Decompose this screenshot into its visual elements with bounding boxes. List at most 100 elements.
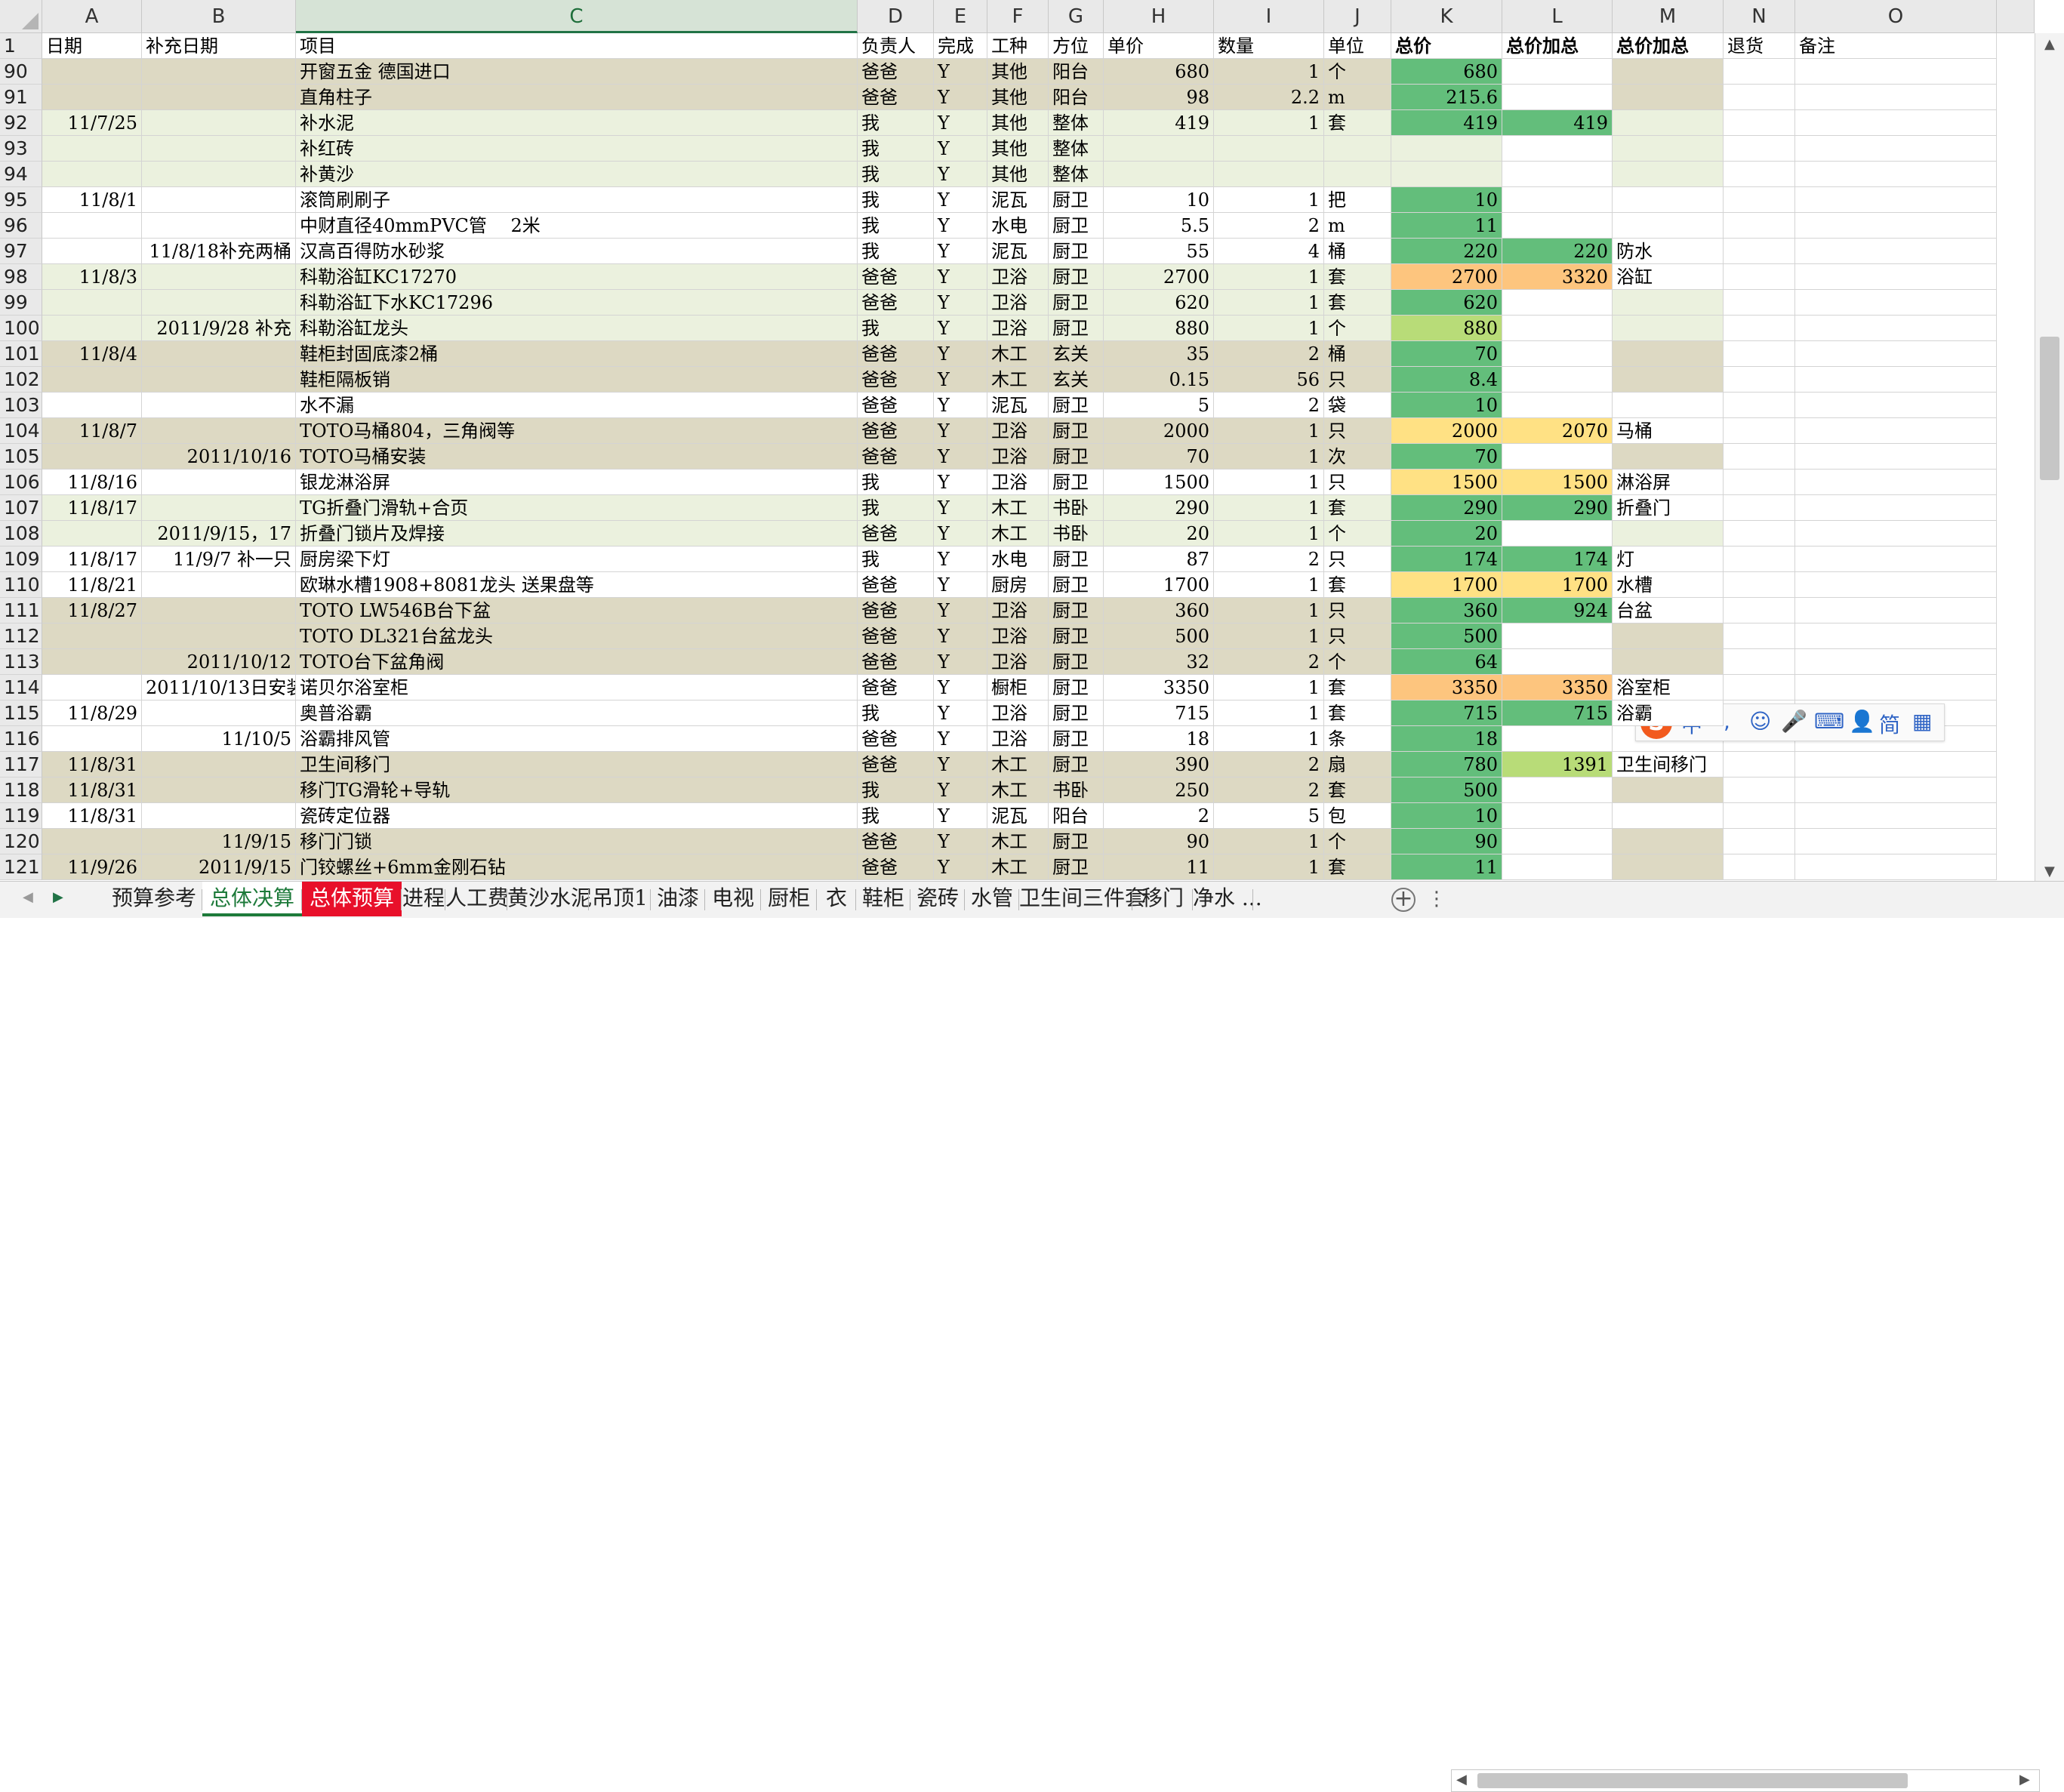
row-header[interactable]: 95 [0,187,42,213]
cell-l[interactable]: 3320 [1502,264,1613,290]
cell-l[interactable]: 总价加总 [1502,33,1613,59]
row-header[interactable]: 113 [0,649,42,675]
cell-k[interactable] [1391,162,1502,187]
sheet-tab[interactable]: 移门 [1132,882,1193,916]
cell-b[interactable] [142,752,296,777]
cell-c[interactable]: 卫生间移门 [296,752,858,777]
cell-i[interactable]: 1 [1214,418,1324,444]
cell-e[interactable]: Y [934,700,987,726]
cell-j[interactable]: 套 [1324,675,1391,700]
cell-b[interactable]: 2011/9/15 [142,854,296,880]
row-header[interactable]: 104 [0,418,42,444]
sheet-tab[interactable]: 进程 [402,882,445,916]
cell-o[interactable] [1795,393,1997,418]
cell-e[interactable]: 完成 [934,33,987,59]
cell-a[interactable] [42,136,142,162]
cell-j[interactable]: 只 [1324,367,1391,393]
cell-e[interactable]: Y [934,316,987,341]
vertical-scroll-thumb[interactable] [2040,337,2059,480]
cell-f[interactable]: 卫浴 [987,444,1049,470]
cell-f[interactable]: 卫浴 [987,624,1049,649]
cell-l[interactable] [1502,521,1613,547]
cell-o[interactable] [1795,521,1997,547]
cell-e[interactable]: Y [934,367,987,393]
row-header[interactable]: 121 [0,854,42,880]
cell-o[interactable] [1795,85,1997,110]
cell-n[interactable] [1724,316,1795,341]
cell-k[interactable]: 2700 [1391,264,1502,290]
cell-d[interactable]: 我 [858,213,934,239]
cell-a[interactable] [42,316,142,341]
cell-k[interactable]: 11 [1391,854,1502,880]
cell-d[interactable]: 爸爸 [858,854,934,880]
cell-g[interactable]: 厨卫 [1049,726,1104,752]
column-header-g[interactable]: G [1049,0,1104,33]
cell-i[interactable]: 2 [1214,213,1324,239]
cell-a[interactable] [42,239,142,264]
row-header[interactable]: 91 [0,85,42,110]
cell-a[interactable]: 11/8/31 [42,803,142,829]
sheet-tab[interactable]: 鞋柜 [856,882,910,916]
cell-h[interactable]: 55 [1104,239,1214,264]
cell-d[interactable]: 我 [858,239,934,264]
cell-j[interactable]: 套 [1324,290,1391,316]
cell-l[interactable] [1502,187,1613,213]
cell-l[interactable]: 3350 [1502,675,1613,700]
cell-j[interactable]: 个 [1324,521,1391,547]
cell-f[interactable]: 卫浴 [987,598,1049,624]
row-header[interactable]: 109 [0,547,42,572]
cell-e[interactable]: Y [934,624,987,649]
cell-f[interactable]: 厨房 [987,572,1049,598]
cell-j[interactable]: 套 [1324,700,1391,726]
cell-o[interactable] [1795,418,1997,444]
cell-d[interactable]: 我 [858,187,934,213]
sheet-tab[interactable]: 电视 [705,882,761,916]
cell-m[interactable] [1613,341,1724,367]
cell-f[interactable]: 泥瓦 [987,393,1049,418]
cell-d[interactable]: 爸爸 [858,367,934,393]
cell-l[interactable] [1502,213,1613,239]
cell-n[interactable] [1724,393,1795,418]
cell-j[interactable]: 个 [1324,59,1391,85]
cell-h[interactable]: 11 [1104,854,1214,880]
cell-d[interactable]: 爸爸 [858,341,934,367]
cell-e[interactable]: Y [934,829,987,854]
tab-scroll-right-icon[interactable]: ▶ [53,889,63,905]
cell-f[interactable]: 木工 [987,495,1049,521]
cell-b[interactable] [142,393,296,418]
cell-f[interactable]: 木工 [987,341,1049,367]
cell-b[interactable] [142,598,296,624]
row-header[interactable]: 94 [0,162,42,187]
cell-o[interactable] [1795,495,1997,521]
row-header[interactable]: 98 [0,264,42,290]
cell-a[interactable]: 11/8/1 [42,187,142,213]
column-header-n[interactable]: N [1724,0,1795,33]
cell-e[interactable]: Y [934,341,987,367]
cell-b[interactable] [142,110,296,136]
cell-d[interactable]: 爸爸 [858,444,934,470]
cell-g[interactable]: 厨卫 [1049,187,1104,213]
cell-c[interactable]: 补黄沙 [296,162,858,187]
scroll-right-arrow-icon[interactable]: ▶ [2019,1772,2030,1787]
cell-j[interactable]: 只 [1324,418,1391,444]
row-header[interactable]: 110 [0,572,42,598]
cell-b[interactable] [142,187,296,213]
cell-h[interactable]: 715 [1104,700,1214,726]
cell-k[interactable]: 174 [1391,547,1502,572]
cell-e[interactable]: Y [934,162,987,187]
cell-i[interactable]: 5 [1214,803,1324,829]
cell-l[interactable] [1502,162,1613,187]
cell-h[interactable]: 680 [1104,59,1214,85]
cell-l[interactable]: 174 [1502,547,1613,572]
cell-l[interactable] [1502,854,1613,880]
cell-n[interactable] [1724,162,1795,187]
cell-d[interactable]: 爸爸 [858,572,934,598]
cell-h[interactable]: 390 [1104,752,1214,777]
cell-i[interactable]: 2 [1214,752,1324,777]
cell-e[interactable]: Y [934,418,987,444]
cell-k[interactable]: 10 [1391,393,1502,418]
cell-a[interactable] [42,726,142,752]
column-header-c[interactable]: C [296,0,858,33]
sheet-tab[interactable]: 预算参考 [106,882,202,916]
cell-c[interactable]: TOTO LW546B台下盆 [296,598,858,624]
